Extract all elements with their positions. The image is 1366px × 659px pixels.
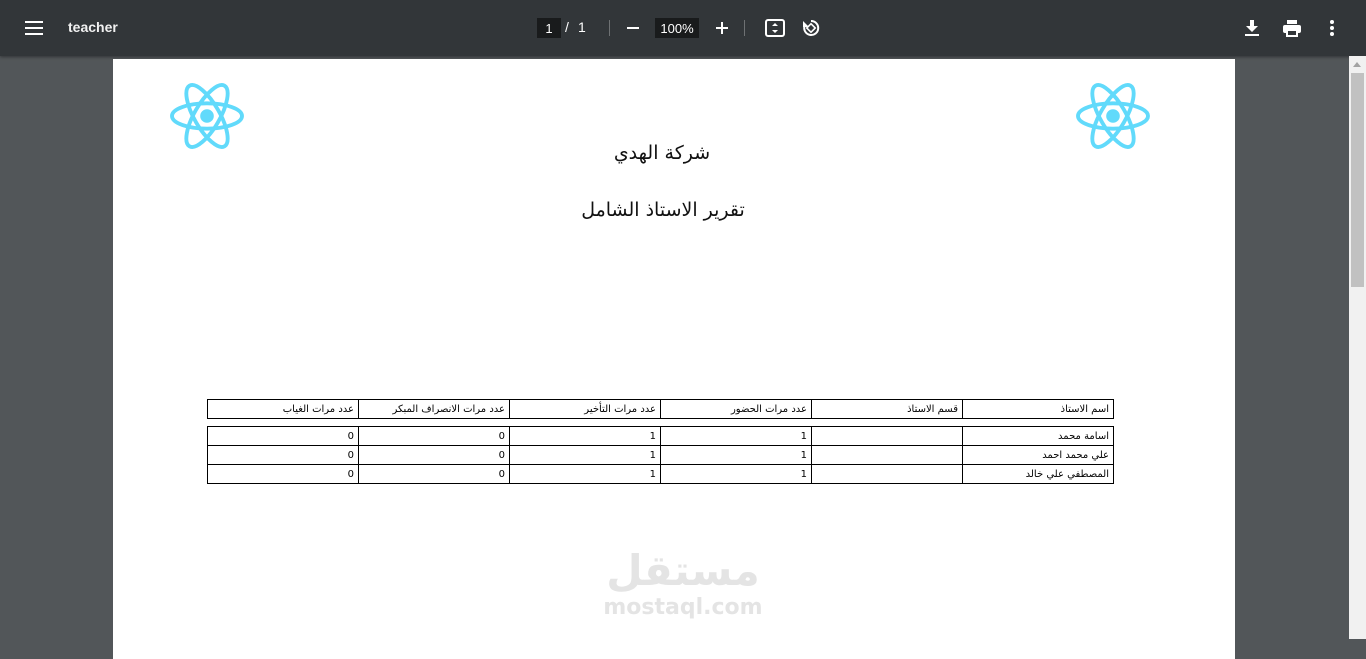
table-cell: 1 (660, 426, 812, 446)
table-row: المصطفي علي خالد 1 1 0 0 (207, 464, 1114, 484)
download-button[interactable] (1236, 12, 1268, 44)
table-cell (811, 426, 963, 446)
page-separator: / (565, 19, 569, 35)
table-cell: 0 (358, 445, 510, 465)
scroll-up-arrow-icon[interactable] (1353, 62, 1361, 67)
watermark-arabic: مستقل (606, 546, 760, 595)
table-row: اسامة محمد 1 1 0 0 (207, 426, 1114, 446)
zoom-out-button[interactable] (617, 12, 649, 44)
table-cell: 0 (207, 464, 359, 484)
react-logo-icon (170, 83, 244, 149)
rotate-icon (803, 19, 820, 36)
watermark-latin: mostaql.com (603, 595, 763, 620)
download-icon (1245, 20, 1259, 36)
company-name: شركة الهدي (613, 142, 711, 164)
page-number-input[interactable] (537, 18, 561, 38)
table-cell: اسامة محمد (962, 426, 1114, 446)
table-cell (811, 445, 963, 465)
report-table-header: اسم الاستاذ قسم الاستاذ عدد مرات الحضور … (207, 399, 1114, 419)
column-header: اسم الاستاذ (962, 399, 1114, 419)
scrollbar-thumb[interactable] (1351, 73, 1364, 287)
table-cell: 0 (358, 426, 510, 446)
zoom-level-input[interactable] (655, 18, 699, 38)
table-cell: علي محمد احمد (962, 445, 1114, 465)
menu-button[interactable] (18, 12, 50, 44)
more-vert-icon (1330, 20, 1334, 36)
table-cell: 0 (207, 426, 359, 446)
pdf-page: شركة الهدي تقرير الاستاذ الشامل اسم الاس… (113, 59, 1235, 659)
print-button[interactable] (1276, 12, 1308, 44)
pdf-toolbar: teacher / 1 (0, 0, 1366, 56)
table-cell (811, 464, 963, 484)
zoom-in-button[interactable] (706, 12, 738, 44)
more-options-button[interactable] (1316, 12, 1348, 44)
table-cell: 0 (358, 464, 510, 484)
report-title: تقرير الاستاذ الشامل (581, 199, 745, 221)
column-header: عدد مرات التأخير (509, 399, 661, 419)
print-icon (1283, 20, 1301, 37)
menu-icon (25, 21, 43, 35)
table-cell: 1 (660, 445, 812, 465)
table-row: علي محمد احمد 1 1 0 0 (207, 445, 1114, 465)
rotate-button[interactable] (795, 12, 827, 44)
fit-page-icon (765, 19, 785, 37)
table-cell: 1 (509, 464, 661, 484)
toolbar-divider (744, 20, 745, 36)
column-header: عدد مرات الحضور (660, 399, 812, 419)
table-cell: 1 (660, 464, 812, 484)
column-header: عدد مرات الغياب (207, 399, 359, 419)
table-cell: 0 (207, 445, 359, 465)
mostaql-watermark: مستقل mostaql.com (598, 547, 768, 621)
table-cell: 1 (509, 426, 661, 446)
table-cell: المصطفي علي خالد (962, 464, 1114, 484)
page-total: 1 (578, 19, 586, 35)
zoom-out-icon (627, 27, 639, 29)
fit-to-page-button[interactable] (759, 12, 791, 44)
zoom-in-icon (716, 22, 728, 34)
column-header: قسم الاستاذ (811, 399, 963, 419)
document-title: teacher (68, 19, 118, 35)
toolbar-divider (609, 20, 610, 36)
react-logo-icon (1076, 83, 1150, 149)
report-table: اسامة محمد 1 1 0 0 علي محمد احمد 1 1 0 0… (207, 426, 1114, 484)
column-header: عدد مرات الانصراف المبكر (358, 399, 510, 419)
table-cell: 1 (509, 445, 661, 465)
